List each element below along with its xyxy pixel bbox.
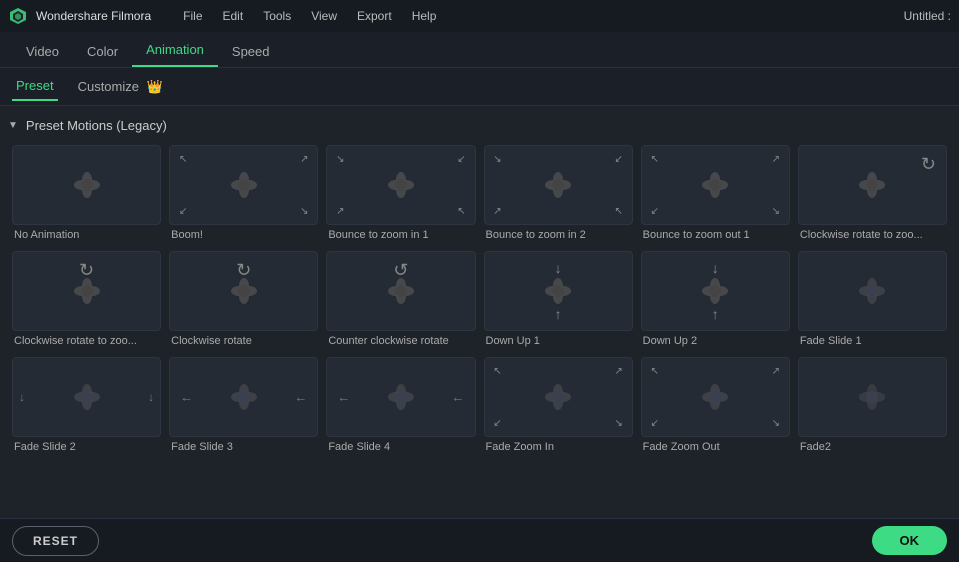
anim-bounce-zoom-in-1[interactable]: ↘ ↙ ↗ ↖ Bounce to zoom in 1 [326,145,475,243]
menu-edit[interactable]: Edit [215,5,252,27]
anim-label: Clockwise rotate [169,331,318,349]
anim-fade-slide-1[interactable]: Fade Slide 1 [798,251,947,349]
arrow-bl: ↙ [491,416,505,430]
anim-label: Bounce to zoom out 1 [641,225,790,243]
tab-speed[interactable]: Speed [218,36,284,67]
arrow-tl: ↘ [333,152,347,166]
section-title: Preset Motions (Legacy) [26,118,167,133]
app-logo [8,6,28,26]
arrow-bl: ↙ [176,204,190,218]
arrow-bl: ↙ [648,416,662,430]
arrow-br: ↘ [769,416,783,430]
subtab-customize[interactable]: Customize 👑 [74,73,167,101]
flower-icon [68,166,106,204]
arrow-br: ↘ [297,204,311,218]
arrow-tr: ↙ [455,152,469,166]
section-toggle-icon[interactable]: ▼ [8,120,18,131]
anim-clockwise-rotate-zoom[interactable]: ↻ Clockwise rotate to zoo... [798,145,947,243]
flower-icon [853,272,891,310]
anim-fade2[interactable]: Fade2 [798,357,947,455]
anim-label: Down Up 2 [641,331,790,349]
flower-icon [853,378,891,416]
app-name: Wondershare Filmora [36,9,151,23]
anim-bounce-zoom-out-1[interactable]: ↖ ↗ ↙ ↘ Bounce to zoom out 1 [641,145,790,243]
menu-file[interactable]: File [175,5,210,27]
arrow-tl: ↖ [491,364,505,378]
menu-help[interactable]: Help [404,5,445,27]
reset-button[interactable]: RESET [12,526,99,556]
anim-label: Fade Slide 1 [798,331,947,349]
arrow-tr: ↗ [297,152,311,166]
anim-fade-slide-2[interactable]: ↓ ↓ Fade Slide 2 [12,357,161,455]
anim-fade-zoom-in[interactable]: ↖ ↗ ↙ ↘ Fade Zoom In [484,357,633,455]
tab-video[interactable]: Video [12,36,73,67]
main-content: ▼ Preset Motions (Legacy) No Animation ↖ [0,106,959,518]
anim-down-up-2[interactable]: ↓ ↑ Down Up 2 [641,251,790,349]
section-header: ▼ Preset Motions (Legacy) [8,118,951,133]
anim-no-animation[interactable]: No Animation [12,145,161,243]
titlebar: Wondershare Filmora File Edit Tools View… [0,0,959,32]
arrow-br: ↖ [455,204,469,218]
anim-boom[interactable]: ↖ ↗ ↙ ↘ Boom! [169,145,318,243]
anim-label: Fade Slide 3 [169,437,318,455]
anim-down-up-1[interactable]: ↓ ↑ Down Up 1 [484,251,633,349]
arrow-tl: ↖ [648,364,662,378]
anim-label: Clockwise rotate to zoo... [12,331,161,349]
arrow-tl: ↖ [648,152,662,166]
ok-button[interactable]: OK [872,526,948,555]
menu-view[interactable]: View [303,5,345,27]
arrow-br: ↖ [612,204,626,218]
anim-label: Boom! [169,225,318,243]
arrow-tr: ↗ [769,364,783,378]
menu-bar: File Edit Tools View Export Help [175,5,444,27]
tab-animation[interactable]: Animation [132,34,218,67]
anim-label: Fade2 [798,437,947,455]
anim-clockwise-rotate-zoom2[interactable]: ↻ Clockwise rotate to zoo... [12,251,161,349]
anim-label: Bounce to zoom in 2 [484,225,633,243]
anim-label: No Animation [12,225,161,243]
bottom-bar: RESET OK [0,518,959,562]
menu-export[interactable]: Export [349,5,400,27]
anim-label: Bounce to zoom in 1 [326,225,475,243]
subtab-preset[interactable]: Preset [12,72,58,101]
anim-label: Down Up 1 [484,331,633,349]
arrow-tl: ↖ [176,152,190,166]
arrow-bl: ↗ [491,204,505,218]
arrow-tr: ↗ [769,152,783,166]
arrow-tl: ↘ [491,152,505,166]
anim-fade-slide-3[interactable]: ← ← Fade Slide 3 [169,357,318,455]
window-title: Untitled : [904,9,951,23]
crown-icon: 👑 [147,79,163,94]
menu-tools[interactable]: Tools [255,5,299,27]
arrow-bl: ↙ [648,204,662,218]
anim-fade-zoom-out[interactable]: ↖ ↗ ↙ ↘ Fade Zoom Out [641,357,790,455]
arrow-br: ↘ [612,416,626,430]
subtab-bar: Preset Customize 👑 [0,68,959,106]
arrow-bl: ↗ [333,204,347,218]
arrow-tr: ↗ [612,364,626,378]
arrow-tr: ↙ [612,152,626,166]
tab-color[interactable]: Color [73,36,132,67]
anim-label: Fade Slide 4 [326,437,475,455]
anim-fade-slide-4[interactable]: ← ← Fade Slide 4 [326,357,475,455]
animation-grid: No Animation ↖ ↗ ↙ ↘ Boom! [8,145,951,455]
anim-label: Fade Zoom Out [641,437,790,455]
anim-bounce-zoom-in-2[interactable]: ↘ ↙ ↗ ↖ Bounce to zoom in 2 [484,145,633,243]
anim-label: Fade Slide 2 [12,437,161,455]
anim-label: Fade Zoom In [484,437,633,455]
anim-counter-clockwise[interactable]: ↺ Counter clockwise rotate [326,251,475,349]
anim-clockwise-rotate[interactable]: ↻ Clockwise rotate [169,251,318,349]
arrow-br: ↘ [769,204,783,218]
tab-bar: Video Color Animation Speed [0,32,959,68]
anim-label: Clockwise rotate to zoo... [798,225,947,243]
anim-label: Counter clockwise rotate [326,331,475,349]
